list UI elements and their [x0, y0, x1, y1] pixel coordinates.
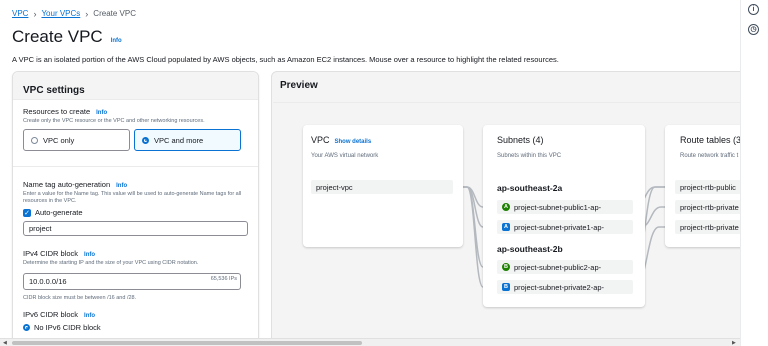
breadcrumb: VPC › Your VPCs › Create VPC — [12, 9, 136, 18]
az-2a-heading: ap-southeast-2a — [497, 183, 563, 193]
private-subnet-icon: A — [502, 223, 510, 231]
vpc-card-title-text: VPC — [311, 135, 330, 145]
name-tag-section: Name tag auto-generation Info Enter a va… — [23, 180, 248, 236]
name-tag-label: Name tag auto-generation Info — [23, 180, 248, 189]
page-title: Create VPC — [12, 27, 103, 46]
subnet-public1-name: project-subnet-public1-ap- — [514, 202, 602, 212]
preview-title: Preview — [280, 80, 318, 91]
horizontal-scrollbar[interactable]: ◀ ▶ — [0, 338, 740, 346]
vpc-only-label: VPC only — [43, 135, 75, 145]
ipv6-label-text: IPv6 CIDR block — [23, 310, 79, 319]
rtb-private1[interactable]: project-rtb-private — [675, 200, 740, 214]
scroll-right-icon[interactable]: ▶ — [732, 340, 736, 346]
vpc-card-title: VPC Show details — [311, 135, 371, 145]
ipv4-section: IPv4 CIDR block Info Determine the start… — [23, 249, 241, 301]
ipv4-cidr-size: 65,536 IPs — [210, 276, 237, 282]
subnet-public1[interactable]: A project-subnet-public1-ap- — [497, 200, 633, 214]
auto-generate-label: Auto-generate — [35, 208, 83, 217]
subnets-card-title: Subnets (4) — [497, 135, 544, 145]
resources-label-text: Resources to create — [23, 107, 91, 116]
route-tables-subtitle: Route network traffic t — [680, 153, 739, 159]
no-ipv6-label: No IPv6 CIDR block — [34, 323, 101, 332]
name-tag-label-text: Name tag auto-generation — [23, 180, 111, 189]
resources-section: Resources to create Info Create only the… — [23, 107, 241, 151]
breadcrumb-your-vpcs-link[interactable]: Your VPCs — [41, 9, 80, 18]
ipv4-info-link[interactable]: Info — [84, 252, 95, 258]
history-icon[interactable]: ◷ — [748, 24, 759, 35]
show-details-link[interactable]: Show details — [335, 139, 372, 145]
resources-description: Create only the VPC resource or the VPC … — [23, 118, 205, 124]
subnet-private1-name: project-subnet-private1-ap- — [514, 222, 605, 232]
subnets-card: Subnets (4) Subnets within this VPC ap-s… — [483, 125, 645, 307]
public-subnet-icon: B — [502, 263, 510, 271]
no-ipv6-row[interactable]: No IPv6 CIDR block — [23, 323, 101, 332]
name-tag-input[interactable] — [23, 221, 248, 236]
public-subnet-icon: A — [502, 203, 510, 211]
vpc-card: VPC Show details Your AWS virtual networ… — [303, 125, 463, 247]
title-row: Create VPC Info — [12, 27, 122, 47]
auto-generate-row: ✓ Auto-generate — [23, 208, 248, 217]
ipv6-info-link[interactable]: Info — [84, 313, 95, 319]
breadcrumb-current: Create VPC — [93, 9, 136, 18]
rtb-private2[interactable]: project-rtb-private — [675, 220, 740, 234]
vpc-and-more-tile[interactable]: VPC and more — [134, 129, 241, 151]
scroll-left-icon[interactable]: ◀ — [3, 340, 7, 346]
horizontal-scrollbar-thumb[interactable] — [12, 341, 362, 345]
ipv6-section: IPv6 CIDR block Info No IPv6 CIDR block — [23, 310, 101, 332]
ipv4-cidr-hint: CIDR block size must be between /16 and … — [23, 295, 137, 301]
page-info-link[interactable]: Info — [111, 38, 122, 44]
az-2b-heading: ap-southeast-2b — [497, 244, 563, 254]
vpc-card-subtitle: Your AWS virtual network — [311, 153, 379, 159]
ipv6-label: IPv6 CIDR block Info — [23, 310, 101, 319]
ipv4-cidr-input[interactable] — [23, 273, 241, 290]
vpc-only-tile[interactable]: VPC only — [23, 129, 130, 151]
subnet-private2-name: project-subnet-private2-ap- — [514, 282, 605, 292]
tools-rail: i ◷ — [740, 0, 768, 346]
route-tables-title: Route tables (3 — [680, 135, 740, 145]
breadcrumb-vpc-link[interactable]: VPC — [12, 9, 28, 18]
preview-canvas: VPC Show details Your AWS virtual networ… — [273, 102, 740, 332]
subnet-private1[interactable]: A project-subnet-private1-ap- — [497, 220, 633, 234]
name-tag-info-link[interactable]: Info — [116, 183, 127, 189]
private-subnet-icon: B — [502, 283, 510, 291]
resources-tiles: VPC only VPC and more — [23, 129, 241, 151]
ipv4-label: IPv4 CIDR block Info — [23, 249, 241, 258]
resources-label: Resources to create Info — [23, 107, 241, 116]
subnet-public2[interactable]: B project-subnet-public2-ap- — [497, 260, 633, 274]
page-description: A VPC is an isolated portion of the AWS … — [12, 55, 559, 64]
subnet-private2[interactable]: B project-subnet-private2-ap- — [497, 280, 633, 294]
subnet-public2-name: project-subnet-public2-ap- — [514, 262, 602, 272]
vpc-resource[interactable]: project-vpc — [311, 180, 453, 194]
auto-generate-checkbox[interactable]: ✓ — [23, 208, 31, 217]
vpc-settings-panel: VPC settings Resources to create Info Cr… — [12, 71, 259, 338]
subnets-card-subtitle: Subnets within this VPC — [497, 153, 562, 159]
preview-panel: Preview VPC Show details Your AWS virtua… — [271, 71, 740, 338]
vpc-settings-header: VPC settings — [13, 72, 258, 100]
info-icon[interactable]: i — [748, 4, 759, 15]
ipv4-cidr-wrap: 65,536 IPs — [23, 271, 241, 290]
ipv4-description: Determine the starting IP and the size o… — [23, 260, 199, 266]
vpc-and-more-radio[interactable] — [142, 136, 149, 144]
chevron-right-icon: › — [33, 8, 37, 19]
route-tables-card: Route tables (3 Route network traffic t … — [665, 125, 740, 247]
vpc-and-more-label: VPC and more — [154, 135, 204, 145]
vpc-only-radio[interactable] — [31, 136, 38, 144]
resources-info-link[interactable]: Info — [96, 110, 107, 116]
vpc-settings-title: VPC settings — [23, 85, 85, 96]
ipv4-label-text: IPv4 CIDR block — [23, 249, 79, 258]
rtb-public[interactable]: project-rtb-public — [675, 180, 740, 194]
name-tag-description: Enter a value for the Name tag. This val… — [23, 191, 242, 204]
no-ipv6-radio[interactable] — [23, 324, 30, 331]
page: VPC › Your VPCs › Create VPC Create VPC … — [0, 0, 740, 338]
divider — [13, 166, 258, 167]
chevron-right-icon: › — [85, 8, 89, 19]
